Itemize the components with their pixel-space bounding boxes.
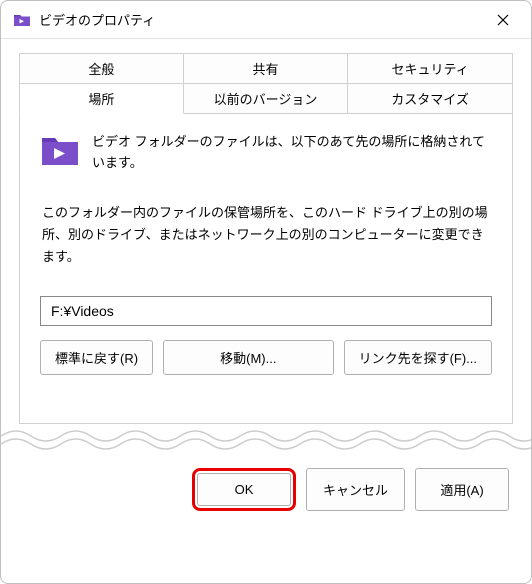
cancel-button[interactable]: キャンセル (306, 468, 405, 511)
titlebar: ビデオのプロパティ (1, 1, 531, 39)
window-title: ビデオのプロパティ (39, 10, 483, 29)
ok-button[interactable]: OK (197, 473, 291, 506)
restore-default-button[interactable]: 標準に戻す(R) (40, 340, 153, 375)
find-target-button[interactable]: リンク先を探す(F)... (344, 340, 492, 375)
dialog-footer: OK キャンセル 適用(A) (1, 454, 531, 533)
instruction-text: このフォルダー内のファイルの保管場所を、このハード ドライブ上の別の場所、別のド… (40, 202, 492, 268)
tab-location[interactable]: 場所 (19, 83, 184, 114)
tab-customize[interactable]: カスタマイズ (348, 83, 513, 114)
move-button[interactable]: 移動(M)... (163, 340, 334, 375)
torn-edge-decoration (1, 424, 531, 454)
tab-sharing[interactable]: 共有 (184, 53, 349, 83)
video-folder-large-icon (40, 132, 80, 168)
tab-previous-versions[interactable]: 以前のバージョン (184, 83, 349, 114)
folder-description-text: ビデオ フォルダーのファイルは、以下のあて先の場所に格納されています。 (92, 132, 492, 174)
ok-button-highlight: OK (192, 468, 296, 511)
action-button-row: 標準に戻す(R) 移動(M)... リンク先を探す(F)... (40, 340, 492, 375)
apply-button[interactable]: 適用(A) (415, 468, 509, 511)
tab-general[interactable]: 全般 (19, 53, 184, 83)
tab-security[interactable]: セキュリティ (348, 53, 513, 83)
video-folder-icon (13, 11, 31, 29)
close-button[interactable] (483, 5, 523, 35)
path-input[interactable] (40, 296, 492, 326)
tab-panel-location: ビデオ フォルダーのファイルは、以下のあて先の場所に格納されています。 このフォ… (19, 114, 513, 424)
properties-dialog: ビデオのプロパティ 全般 共有 セキュリティ 場所 以前のバージョン カスタマイ… (0, 0, 532, 584)
tabs-container: 全般 共有 セキュリティ 場所 以前のバージョン カスタマイズ ビデ (1, 39, 531, 424)
